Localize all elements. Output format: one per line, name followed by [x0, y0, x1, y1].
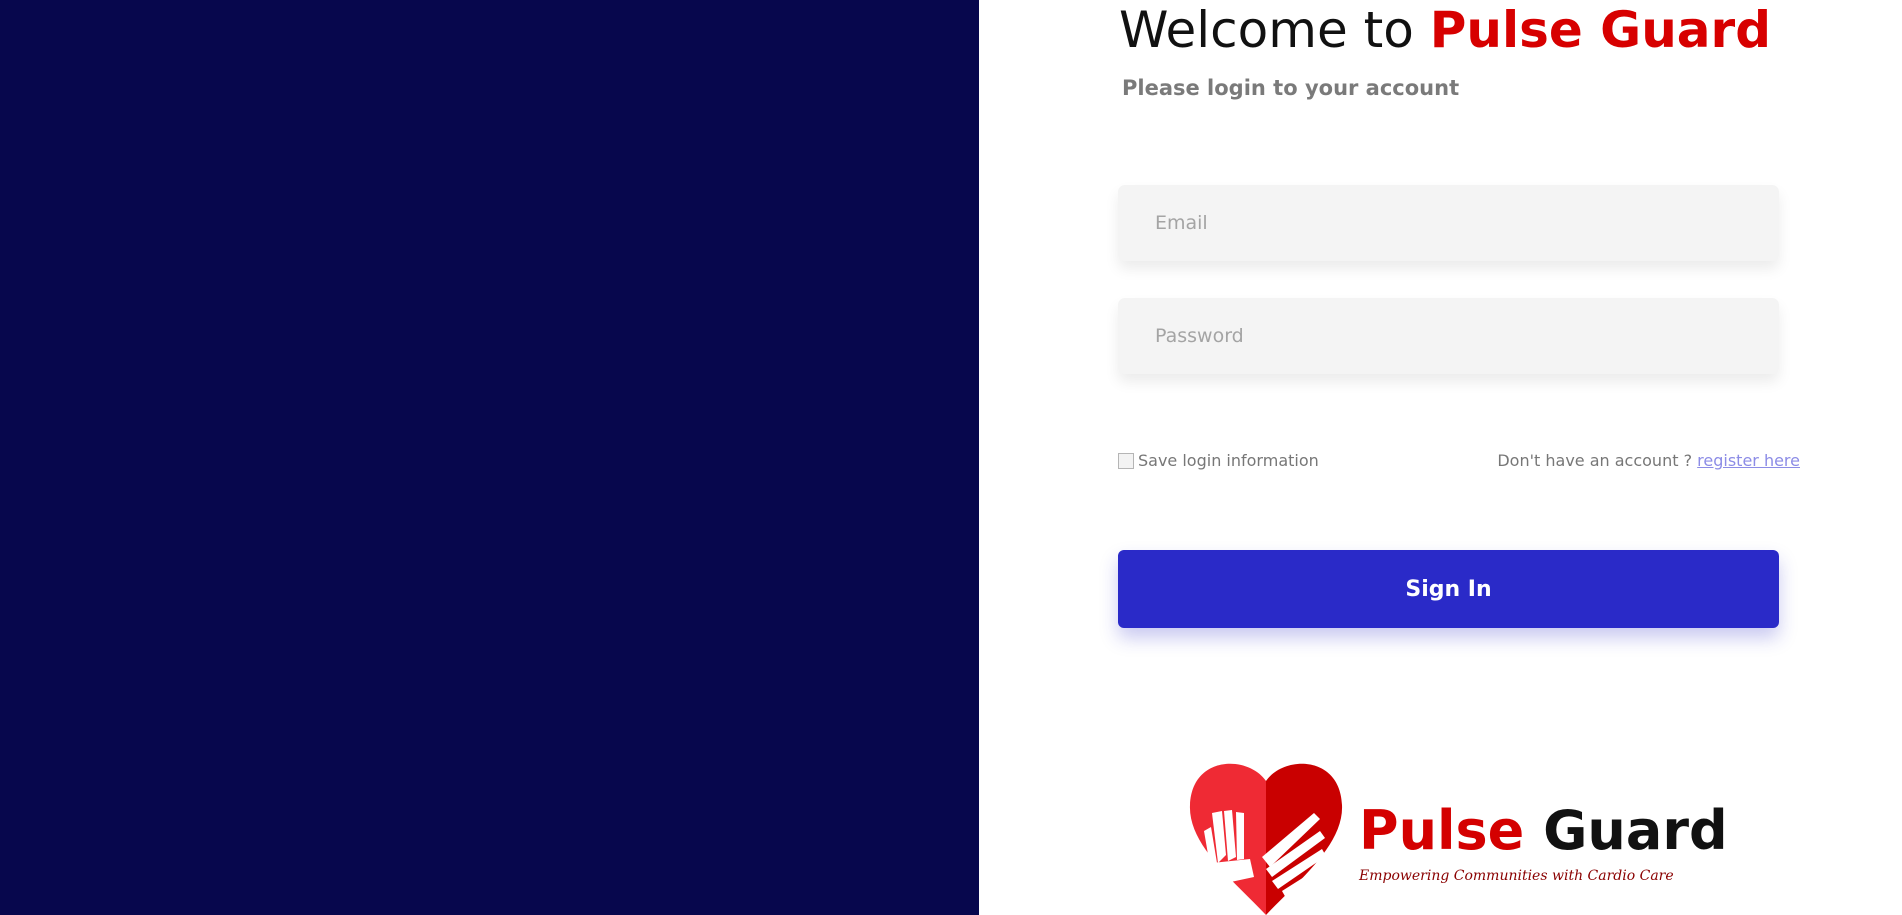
login-page: Welcome to Pulse Guard Please login to y… — [0, 0, 1902, 915]
password-field[interactable] — [1118, 298, 1779, 374]
page-title: Welcome to Pulse Guard — [1119, 0, 1771, 60]
save-login-checkbox[interactable] — [1118, 452, 1134, 469]
title-prefix: Welcome to — [1119, 1, 1430, 59]
pulse-guard-logo: Pulse Guard Empowering Communities with … — [1174, 753, 1734, 915]
heart-hands-icon — [1189, 763, 1343, 915]
save-login-option[interactable]: Save login information — [1118, 451, 1319, 470]
register-link[interactable]: register here — [1697, 451, 1800, 470]
register-prompt: Don't have an account ? register here — [1497, 451, 1800, 470]
logo-wordmark: Pulse Guard — [1359, 801, 1728, 861]
logo-name-red: Pulse — [1359, 799, 1525, 862]
email-field[interactable] — [1118, 185, 1779, 261]
save-login-label: Save login information — [1138, 451, 1319, 470]
logo-tagline: Empowering Communities with Cardio Care — [1359, 868, 1674, 884]
left-panel — [0, 0, 979, 915]
login-panel: Welcome to Pulse Guard Please login to y… — [979, 0, 1902, 915]
register-prompt-text: Don't have an account ? — [1497, 451, 1698, 470]
sign-in-button[interactable]: Sign In — [1118, 550, 1779, 628]
page-subtitle: Please login to your account — [1122, 76, 1460, 100]
title-brand: Pulse Guard — [1429, 1, 1771, 59]
logo-name-black: Guard — [1543, 799, 1728, 862]
